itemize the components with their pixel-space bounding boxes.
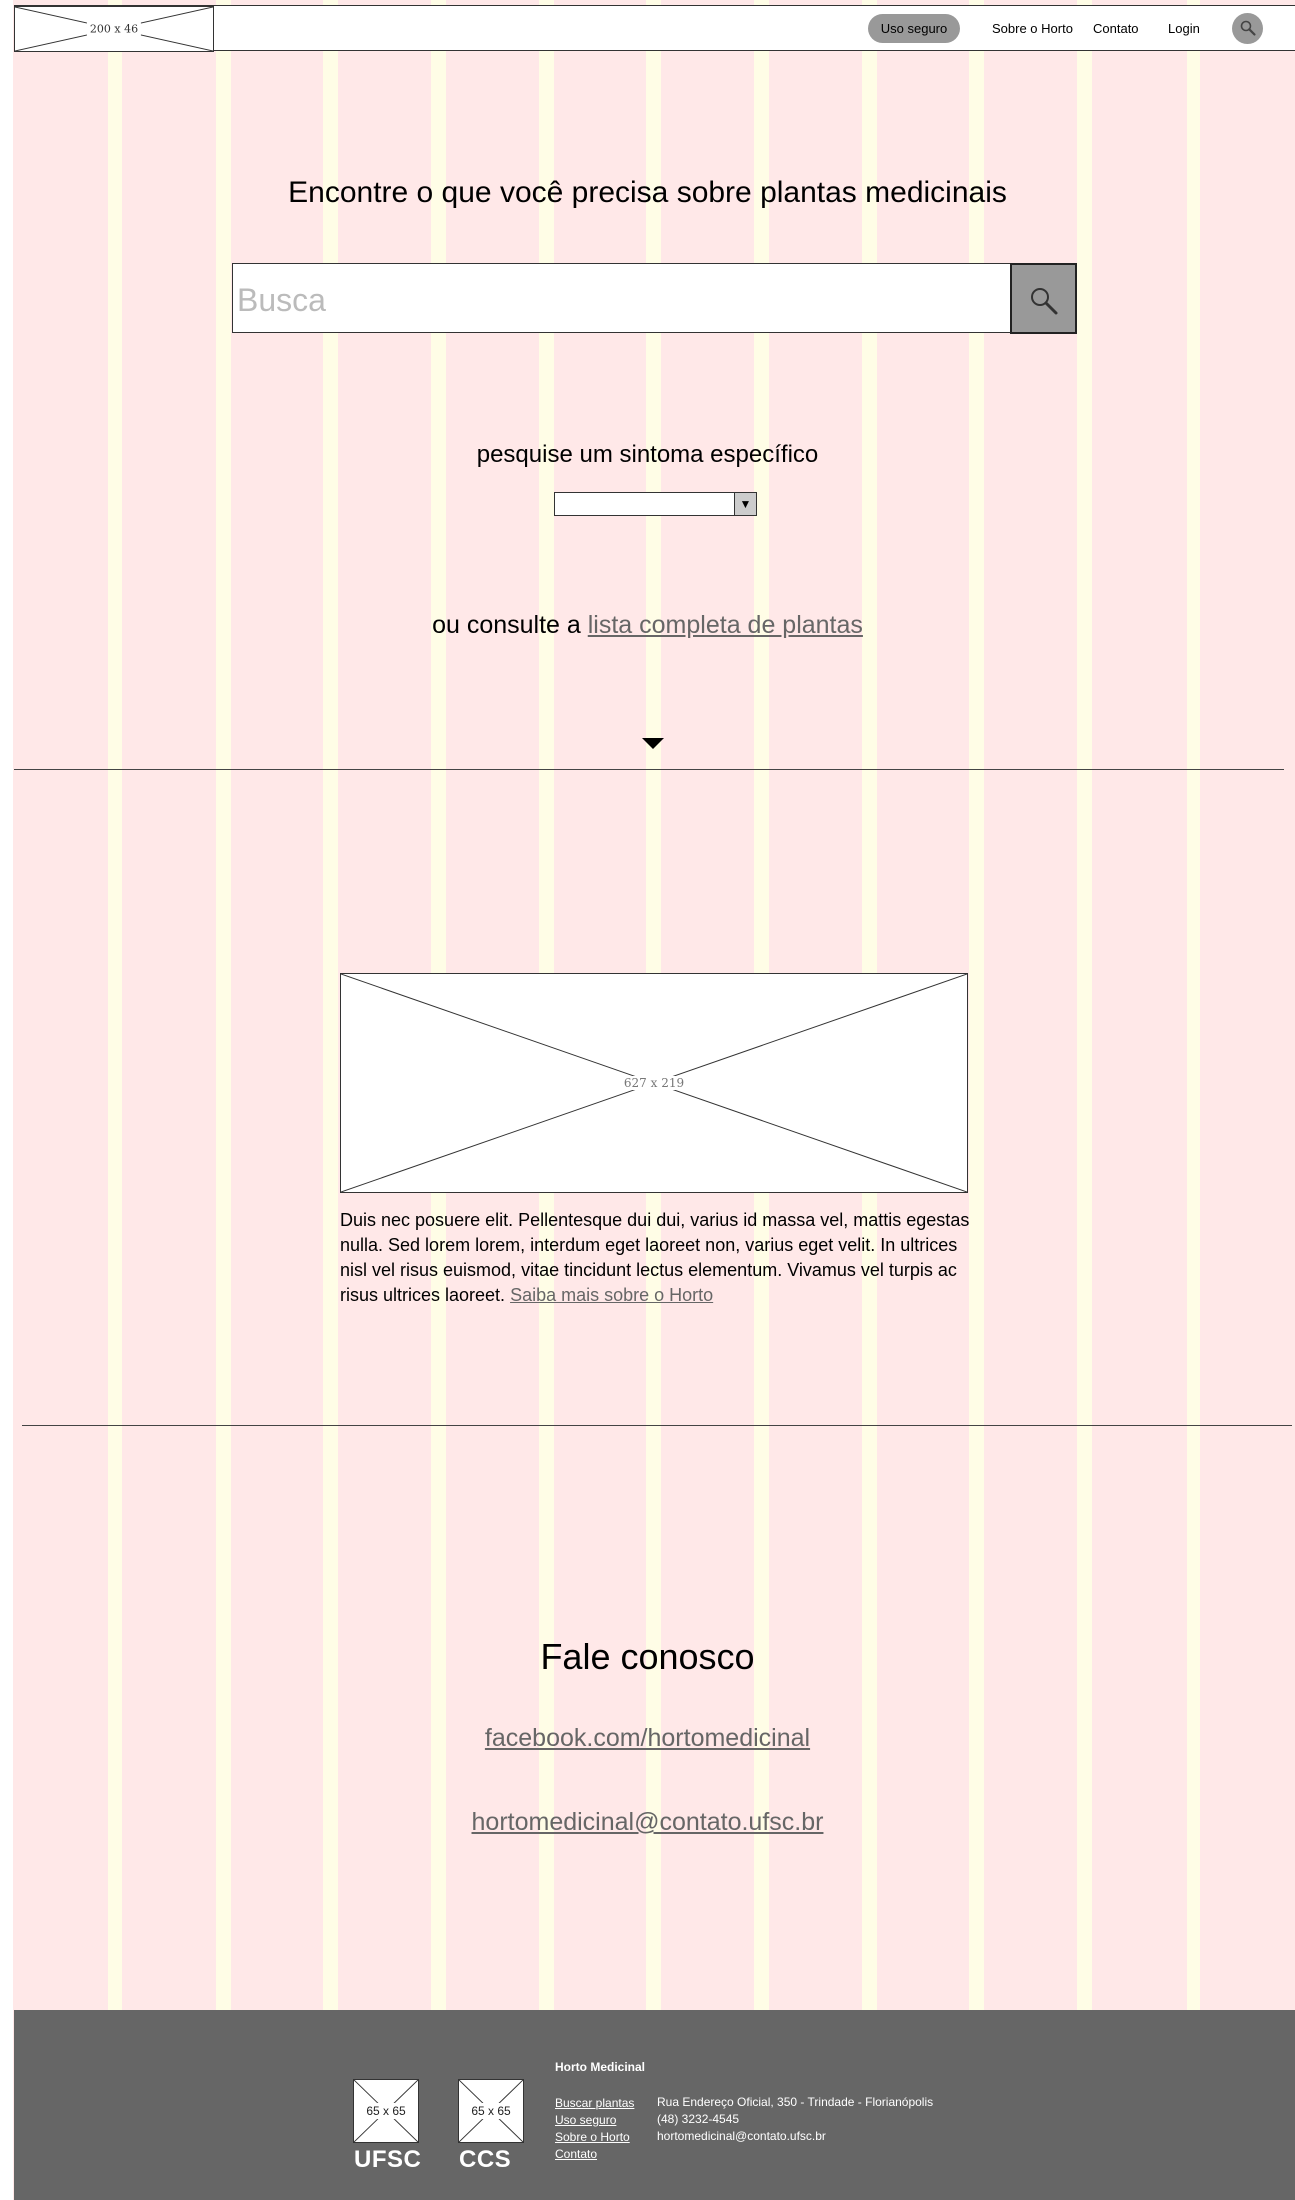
ccs-logo[interactable]: 65 x 65 <box>458 2079 524 2143</box>
footer-link-about[interactable]: Sobre o Horto <box>555 2129 634 2146</box>
caret-down-icon[interactable] <box>642 738 664 749</box>
about-more-link[interactable]: Saiba mais sobre o Horto <box>510 1285 713 1305</box>
symptom-title: pesquise um sintoma específico <box>476 441 819 468</box>
footer-info: Rua Endereço Oficial, 350 - Trindade - F… <box>657 2094 933 2145</box>
ccs-logo-placeholder-label: 65 x 65 <box>469 2103 513 2119</box>
search-icon <box>1031 288 1058 315</box>
ufsc-logo[interactable]: 65 x 65 <box>353 2079 419 2143</box>
contact-title: Fale conosco <box>540 1636 755 1677</box>
nav-about-link[interactable]: Sobre o Horto <box>992 14 1073 43</box>
full-plant-list-link[interactable]: lista completa de plantas <box>588 611 863 639</box>
ccs-logo-name: CCS <box>459 2146 512 2173</box>
contact-facebook: facebook.com/hortomedicinal <box>0 1724 1295 1753</box>
footer: 65 x 65 UFSC 65 x 65 CCS Horto Medicinal… <box>14 2010 1295 2200</box>
search-submit-button[interactable] <box>1010 263 1077 334</box>
section-divider <box>14 769 1284 770</box>
header-search-button[interactable] <box>1232 13 1263 44</box>
footer-link-contact[interactable]: Contato <box>555 2146 634 2163</box>
section-divider <box>22 1425 1292 1426</box>
logo-image[interactable]: 200 x 46 <box>14 6 214 52</box>
nav-login-link[interactable]: Login <box>1168 14 1200 43</box>
search-icon <box>1240 20 1256 36</box>
chevron-down-icon[interactable]: ▼ <box>734 493 756 515</box>
footer-address: Rua Endereço Oficial, 350 - Trindade - F… <box>657 2095 934 2109</box>
consult-line: ou consulte a lista completa de plantas <box>0 611 1295 640</box>
ufsc-logo-name: UFSC <box>354 2146 422 2173</box>
nav-contact-link[interactable]: Contato <box>1093 14 1139 43</box>
page-background: 200 x 46 Uso seguro Sobre o Horto Contat… <box>0 0 1295 2200</box>
nav-safe-use-button[interactable]: Uso seguro <box>868 14 960 43</box>
footer-heading: Horto Medicinal <box>555 2060 646 2074</box>
footer-links: Buscar plantas Uso seguro Sobre o Horto … <box>555 2095 634 2163</box>
consult-prefix: ou consulte a <box>432 611 588 639</box>
footer-phone: (48) 3232-4545 <box>657 2112 740 2126</box>
about-image-placeholder-label: 627 x 219 <box>620 1076 688 1090</box>
email-link[interactable]: hortomedicinal@contato.ufsc.br <box>472 1808 824 1836</box>
footer-link-search-plants[interactable]: Buscar plantas <box>555 2095 634 2112</box>
logo-placeholder-label: 200 x 46 <box>86 22 142 36</box>
contact-email: hortomedicinal@contato.ufsc.br <box>0 1808 1295 1837</box>
ufsc-logo-placeholder-label: 65 x 65 <box>364 2103 408 2119</box>
about-image: 627 x 219 <box>340 973 968 1193</box>
symptom-dropdown[interactable]: ▼ <box>554 492 757 516</box>
facebook-link[interactable]: facebook.com/hortomedicinal <box>485 1724 810 1752</box>
top-navbar: 200 x 46 Uso seguro Sobre o Horto Contat… <box>14 5 1295 52</box>
about-paragraph: Duis nec posuere elit. Pellentesque dui … <box>340 1208 972 1308</box>
search-input[interactable]: Busca <box>232 263 1012 333</box>
hero-title: Encontre o que você precisa sobre planta… <box>288 176 1007 209</box>
footer-email: hortomedicinal@contato.ufsc.br <box>657 2129 826 2143</box>
footer-link-safe-use[interactable]: Uso seguro <box>555 2112 634 2129</box>
